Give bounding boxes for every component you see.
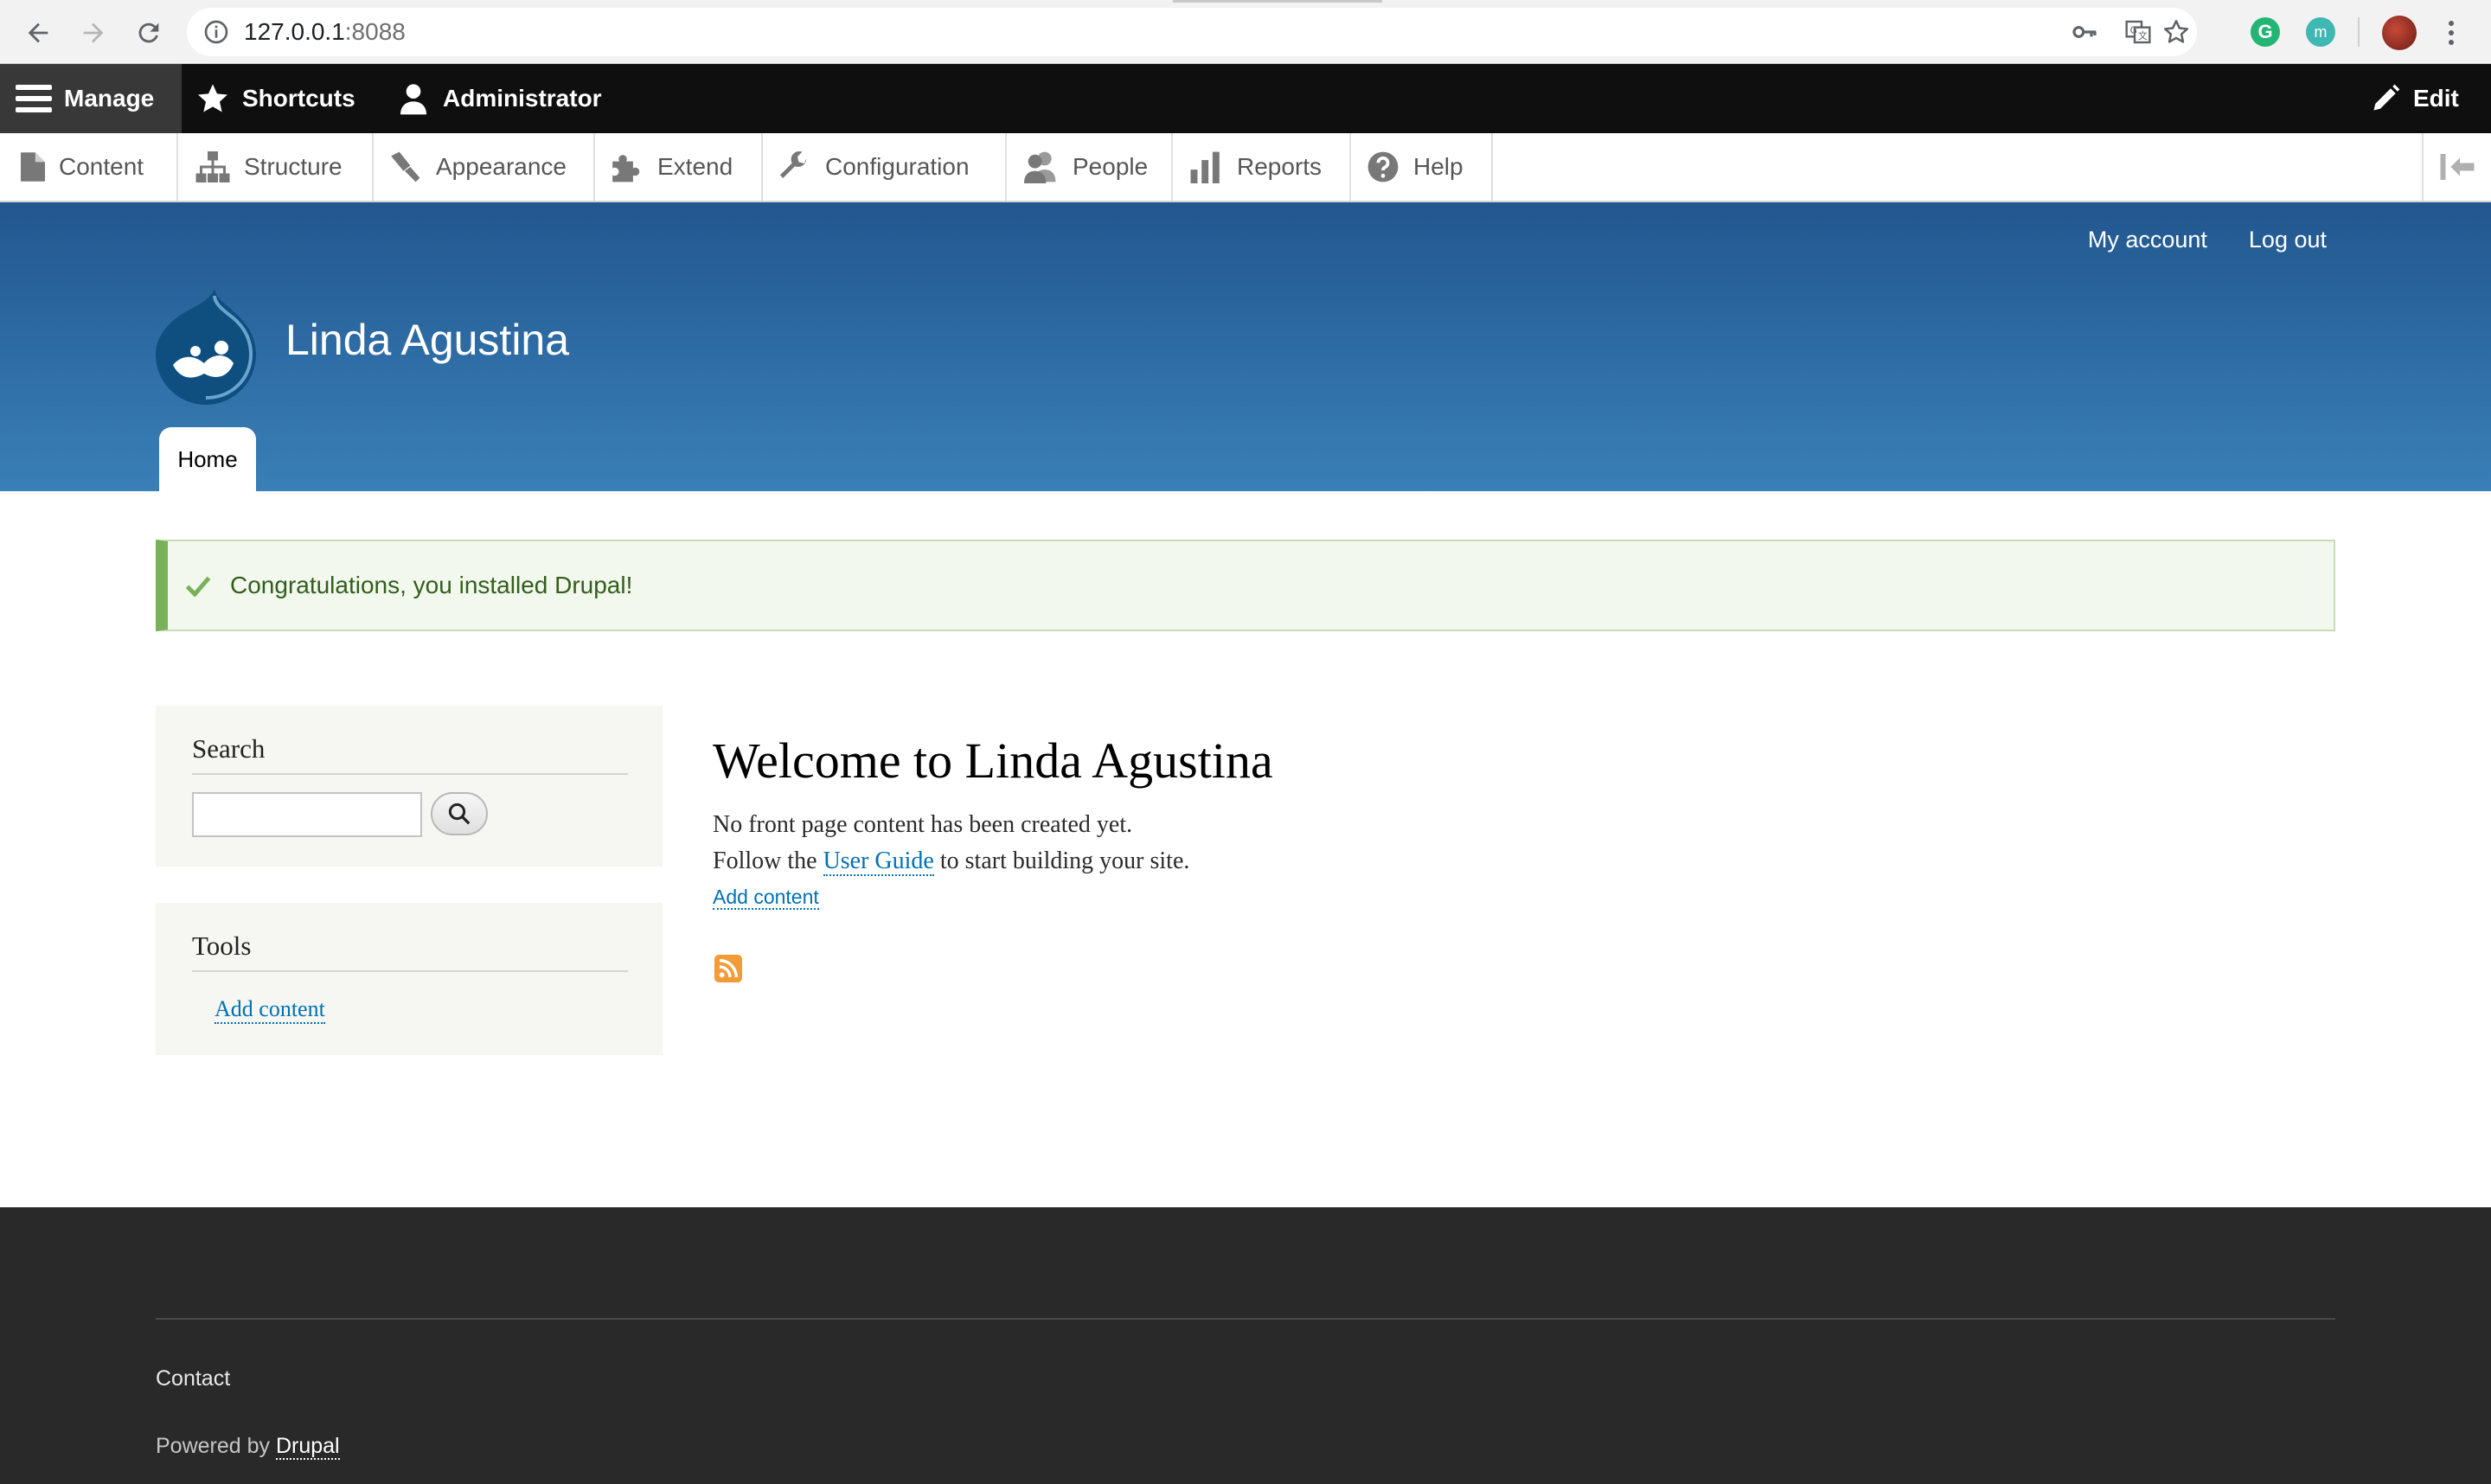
edit-tab[interactable]: Edit [2370,64,2459,133]
tray-item-reports[interactable]: Reports [1173,133,1351,201]
svg-text:文: 文 [2138,30,2148,42]
administrator-label: Administrator [443,85,602,112]
status-message: Congratulations, you installed Drupal! [156,540,2335,631]
svg-text:G: G [2130,24,2137,35]
user-guide-prefix: Follow the [713,848,823,874]
people-icon [1024,151,1056,183]
address-bar[interactable]: 127.0.0.1:8088 G文 [187,8,2197,56]
extension-m-icon[interactable]: m [2306,17,2335,47]
admin-toolbar: Manage Shortcuts Administrator Edit [0,64,2491,133]
tray-label-extend: Extend [657,153,733,180]
tray-item-appearance[interactable]: Appearance [374,133,595,201]
tray-orientation-toggle[interactable] [2422,133,2491,201]
user-guide-link[interactable]: User Guide [823,848,934,876]
powered-by-text: Powered by [156,1434,276,1458]
secondary-menu: My account Log out [2088,227,2327,253]
my-account-link[interactable]: My account [2088,227,2207,253]
url-host: 127.0.0.1 [244,18,345,45]
arrow-right-icon [83,22,104,43]
search-block-title: Search [192,733,266,764]
extension-g-letter: G [2257,21,2273,42]
drupal-link[interactable]: Drupal [275,1434,340,1460]
shortcuts-label: Shortcuts [242,85,355,112]
search-input[interactable] [192,792,422,837]
tray-item-extend[interactable]: Extend [595,133,763,201]
footer-rule [156,1318,2335,1320]
manage-label: Manage [64,85,155,112]
tools-block-title: Tools [192,931,252,961]
back-button[interactable] [19,14,57,52]
tray-label-people: People [1073,153,1149,180]
tray-label-content: Content [59,153,144,180]
powered-by: Powered by Drupal [156,1434,340,1460]
key-icon[interactable] [2067,15,2102,49]
toolbar-divider [2358,17,2360,47]
admin-tray: Content Structure Appearance Extend Conf… [0,133,2491,202]
reload-icon [138,22,159,43]
user-guide-text: Follow the User Guide to start building … [713,848,1190,876]
paintbrush-icon [391,151,420,182]
hamburger-icon [16,85,52,112]
check-icon [185,576,211,597]
translate-icon[interactable]: G文 [2121,15,2155,49]
info-icon[interactable] [202,18,230,46]
file-icon [21,152,45,182]
star-icon [198,84,227,112]
tray-label-help: Help [1413,153,1463,180]
bookmark-star-icon[interactable] [2159,15,2193,49]
tools-block-rule [192,970,628,972]
log-out-link[interactable]: Log out [2249,227,2327,253]
rss-feed-icon[interactable] [714,955,742,982]
wrench-icon [779,150,807,178]
user-icon [400,84,426,115]
search-block: Search [156,706,663,867]
url-port: :8088 [344,18,406,45]
question-icon [1367,151,1399,182]
administrator-tab[interactable]: Administrator [396,64,602,133]
search-button[interactable] [431,792,488,835]
site-name[interactable]: Linda Agustina [285,315,569,365]
tray-item-structure[interactable]: Structure [178,133,374,201]
tray-item-configuration[interactable]: Configuration [763,133,1007,201]
no-content-text: No front page content has been created y… [713,811,1133,838]
search-icon [448,803,471,825]
tray-label-configuration: Configuration [825,153,970,180]
site-footer: Contact Powered by Drupal [0,1207,2491,1484]
tab-indicator [1173,0,1382,3]
home-tab[interactable]: Home [159,427,256,491]
tray-item-help[interactable]: Help [1351,133,1493,201]
extension-m-letter: m [2314,22,2328,41]
reload-button[interactable] [130,14,168,52]
tools-block: Tools Add content [156,903,663,1055]
tray-item-people[interactable]: People [1007,133,1173,201]
shortcuts-tab[interactable]: Shortcuts [195,64,355,133]
grammarly-extension-icon[interactable]: G [2251,17,2280,47]
forward-button[interactable] [74,14,112,52]
browser-chrome: 127.0.0.1:8088 G文 G m [0,0,2491,64]
browser-menu-icon[interactable] [2441,16,2462,50]
search-block-rule [192,773,628,775]
user-guide-suffix: to start building your site. [933,848,1190,874]
manage-tab[interactable]: Manage [0,64,182,133]
page-title: Welcome to Linda Agustina [713,732,1273,789]
tools-add-content-link[interactable]: Add content [215,996,325,1024]
drupal-logo[interactable] [156,289,256,405]
tray-label-structure: Structure [244,153,343,180]
puzzle-icon [612,155,640,182]
edit-label: Edit [2413,85,2459,112]
pencil-icon [2373,84,2400,111]
tray-label-appearance: Appearance [436,153,567,180]
arrow-left-icon [28,22,48,43]
tray-label-reports: Reports [1237,153,1322,180]
footer-contact-link[interactable]: Contact [156,1366,230,1391]
status-text: Congratulations, you installed Drupal! [230,572,633,598]
bar-chart-icon [1190,151,1220,183]
profile-avatar[interactable] [2382,16,2417,50]
url-text: 127.0.0.1:8088 [244,18,406,46]
sitemap-icon [195,151,230,182]
site-header: My account Log out Linda Agustina Home [0,202,2491,491]
add-content-link[interactable]: Add content [713,886,819,910]
collapse-icon [2440,154,2475,180]
tray-item-content[interactable]: Content [0,133,178,201]
